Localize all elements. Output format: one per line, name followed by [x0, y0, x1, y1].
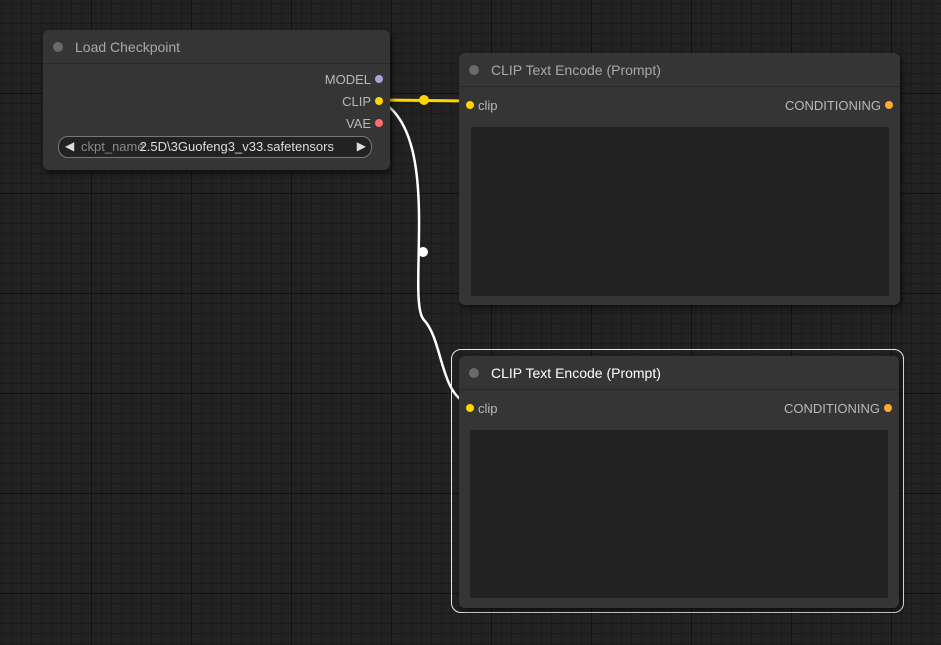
clip-link-to-encode-1[interactable] — [377, 98, 471, 103]
clip-text-encode-node-1[interactable]: CLIP Text Encode (Prompt) clip CONDITION… — [459, 53, 900, 305]
collapse-dot-icon[interactable] — [469, 65, 479, 75]
input-slot-clip[interactable]: clip — [464, 97, 564, 113]
output-slot-conditioning[interactable]: CONDITIONING — [734, 400, 894, 416]
ckpt-name-value: 2.5D\3Guofeng3_v33.safetensors — [139, 139, 334, 154]
output-label-conditioning: CONDITIONING — [783, 401, 880, 416]
node-title: CLIP Text Encode (Prompt) — [491, 62, 661, 78]
conditioning-slot-dot-icon[interactable] — [884, 404, 892, 412]
prompt-textarea[interactable] — [470, 430, 888, 598]
output-label-vae: VAE — [345, 116, 371, 131]
prompt-textarea[interactable] — [471, 127, 889, 296]
node-title-bar[interactable]: Load Checkpoint — [43, 30, 390, 64]
ckpt-name-combo[interactable]: ◀ ckpt_name 2.5D\3Guofeng3_v33.safetenso… — [58, 136, 372, 158]
clip-link-midpoint-2[interactable] — [418, 247, 428, 257]
output-label-clip: CLIP — [342, 94, 371, 109]
output-slot-model[interactable]: MODEL — [265, 71, 385, 87]
conditioning-slot-dot-icon[interactable] — [885, 101, 893, 109]
output-label-conditioning: CONDITIONING — [784, 98, 881, 113]
node-title: CLIP Text Encode (Prompt) — [491, 365, 661, 381]
next-arrow-icon[interactable]: ▶ — [357, 139, 366, 153]
clip-slot-dot-icon[interactable] — [375, 97, 383, 105]
output-slot-conditioning[interactable]: CONDITIONING — [735, 97, 895, 113]
vae-slot-dot-icon[interactable] — [375, 119, 383, 127]
node-title-bar[interactable]: CLIP Text Encode (Prompt) — [459, 53, 900, 87]
clip-text-encode-node-2[interactable]: CLIP Text Encode (Prompt) clip CONDITION… — [459, 356, 899, 608]
node-title: Load Checkpoint — [75, 39, 181, 55]
collapse-dot-icon[interactable] — [53, 42, 63, 52]
clip-input-dot-icon[interactable] — [466, 101, 474, 109]
node-title-bar[interactable]: CLIP Text Encode (Prompt) — [459, 356, 899, 390]
input-slot-clip[interactable]: clip — [464, 400, 564, 416]
input-label-clip: clip — [478, 401, 498, 416]
prev-arrow-icon[interactable]: ◀ — [65, 139, 74, 153]
model-slot-dot-icon[interactable] — [375, 75, 383, 83]
collapse-dot-icon[interactable] — [469, 368, 479, 378]
output-slot-vae[interactable]: VAE — [265, 115, 385, 131]
clip-link-midpoint-1[interactable] — [419, 95, 429, 105]
output-label-model: MODEL — [324, 72, 371, 87]
load-checkpoint-node[interactable]: Load Checkpoint MODEL CLIP VAE ◀ ckpt_na… — [43, 30, 390, 170]
input-label-clip: clip — [478, 98, 498, 113]
ckpt-name-label: ckpt_name — [81, 139, 145, 154]
clip-input-dot-icon[interactable] — [466, 404, 474, 412]
output-slot-clip[interactable]: CLIP — [265, 93, 385, 109]
